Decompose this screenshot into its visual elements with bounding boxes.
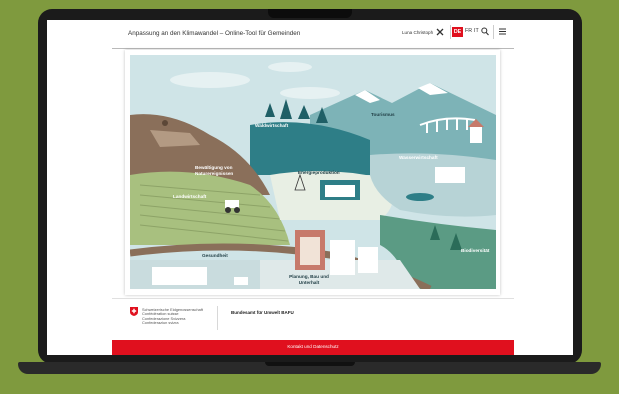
sector-label-natural-hazards[interactable]: Bewältigung von Naturereignissen [195,165,255,177]
swiss-coat-of-arms-icon [130,307,138,316]
confederation-line-rm: Confederaziun svizra [142,320,179,326]
language-it[interactable]: IT [474,28,479,34]
sector-label-tourism[interactable]: Tourismus [371,112,395,118]
confederation-name: Schweizerische Eidgenossenschaft Confédé… [142,307,203,326]
header-divider [450,25,451,39]
sector-label-biodiversity[interactable]: Biodiversität [461,248,489,254]
hotel-building [470,127,482,143]
search-icon[interactable] [481,27,489,36]
sector-label-energy[interactable]: Energieproduktion [298,170,340,176]
camera-notch [268,9,352,18]
tractor [225,200,239,208]
laptop-groove [265,362,355,366]
footer-divider [112,298,514,299]
footer-bar: Kontakt und Datenschutz [112,340,514,355]
sector-label-forestry[interactable]: Waldwirtschaft [255,123,288,129]
site-header: Anpassung an den Klimawandel – Online-To… [112,20,514,49]
header-divider-2 [493,25,494,39]
footer-separator [217,306,218,330]
browser-screen: Anpassung an den Klimawandel – Online-To… [47,20,573,355]
sector-label-health[interactable]: Gesundheit [202,253,228,259]
sector-label-water[interactable]: Wasserwirtschaft [399,155,438,161]
language-de[interactable]: DE [452,27,463,37]
sector-label-planning[interactable]: Planung, Bau und Unterhalt [284,274,334,286]
language-fr[interactable]: FR [465,28,472,34]
user-name[interactable]: Luna Christoph [402,30,433,35]
close-icon[interactable] [435,27,445,37]
menu-icon[interactable] [499,28,506,35]
sector-label-agriculture[interactable]: Landwirtschaft [173,194,206,200]
page-title: Anpassung an den Klimawandel – Online-To… [128,30,301,37]
contact-privacy-link[interactable]: Kontakt und Datenschutz [112,344,514,349]
office-name: Bundesamt für Umwelt BAFU [231,310,294,315]
